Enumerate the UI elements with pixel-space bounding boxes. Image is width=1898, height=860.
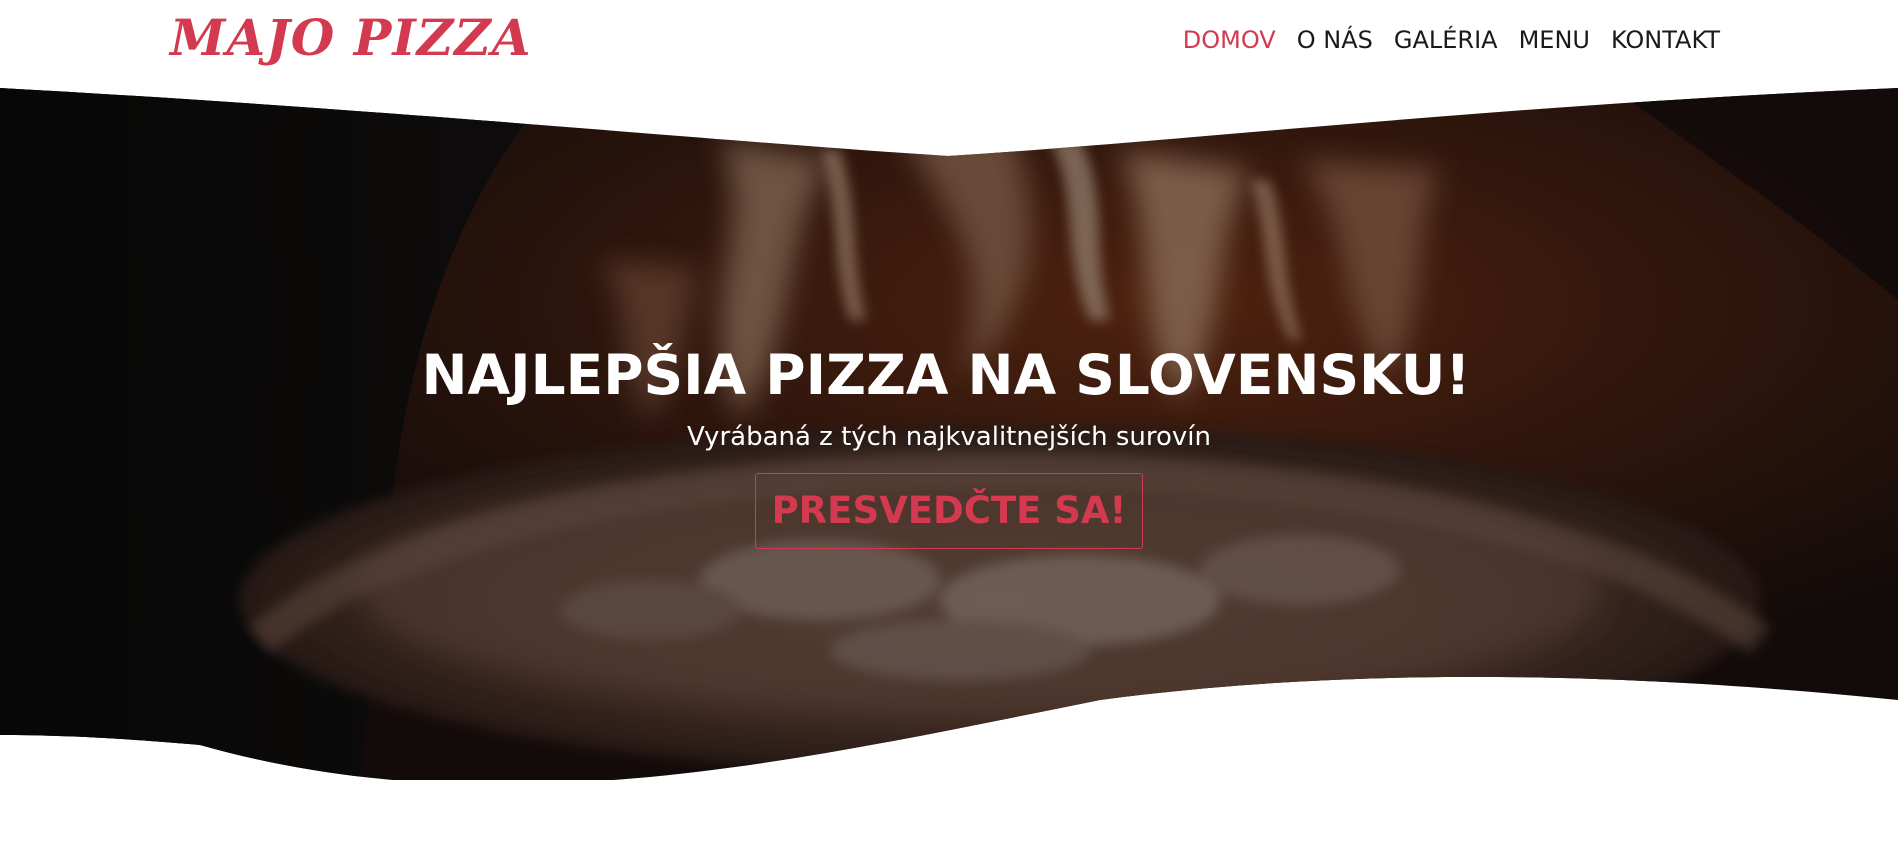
hero-subtitle: Vyrábaná z tých najkvalitnejších surovín — [686, 422, 1212, 452]
cta-button[interactable]: PRESVEDČTE SA! — [754, 473, 1144, 549]
site-logo[interactable]: MAJO PIZZA — [170, 8, 532, 67]
hero-title: NAJLEPŠIA PIZZA NA SLOVENSKU! — [421, 343, 1471, 407]
main-nav: DOMOV O NÁS GALÉRIA MENU KONTAKT — [1183, 26, 1720, 54]
page: NAJLEPŠIA PIZZA NA SLOVENSKU! Vyrábaná z… — [0, 0, 1898, 860]
hero-section: NAJLEPŠIA PIZZA NA SLOVENSKU! Vyrábaná z… — [0, 0, 1898, 860]
nav-item-o-nas[interactable]: O NÁS — [1297, 26, 1373, 54]
site-header: MAJO PIZZA DOMOV O NÁS GALÉRIA MENU KONT… — [0, 0, 1898, 88]
nav-item-kontakt[interactable]: KONTAKT — [1611, 26, 1720, 54]
hero-content: NAJLEPŠIA PIZZA NA SLOVENSKU! Vyrábaná z… — [0, 340, 1898, 549]
nav-item-menu[interactable]: MENU — [1519, 26, 1590, 54]
nav-item-domov[interactable]: DOMOV — [1183, 26, 1276, 54]
nav-item-galeria[interactable]: GALÉRIA — [1394, 26, 1498, 54]
